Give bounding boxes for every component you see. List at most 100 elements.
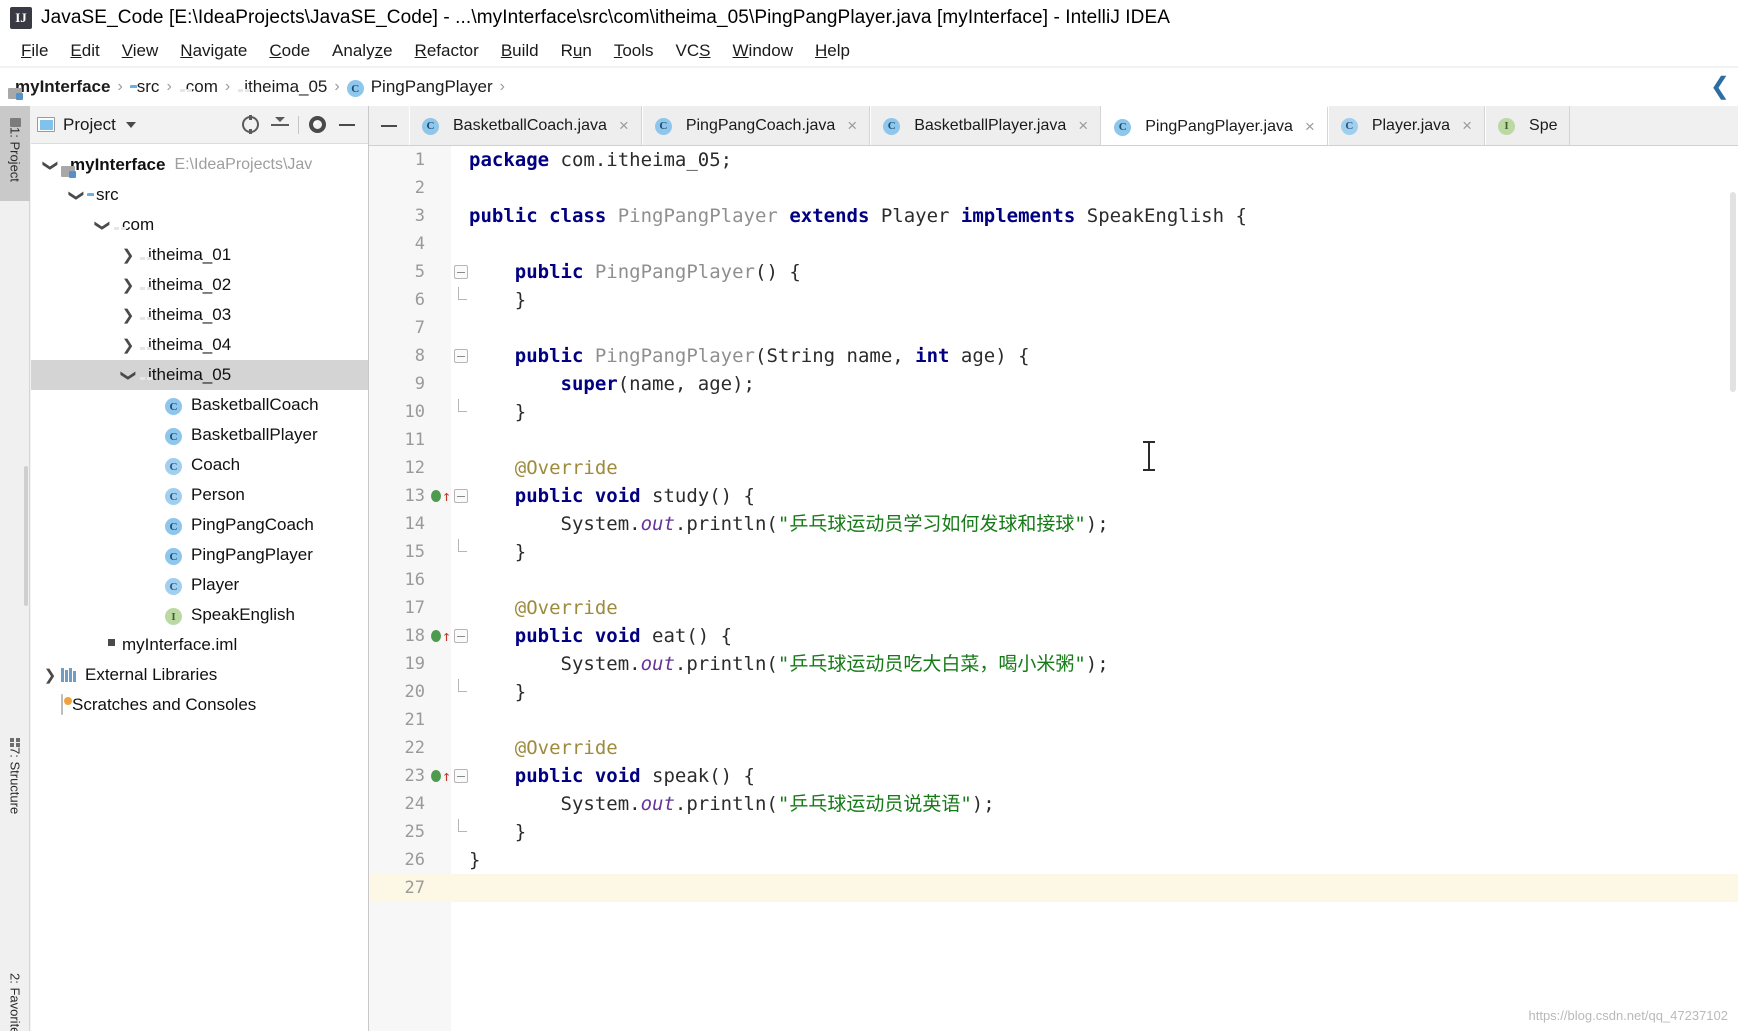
chevron-down-icon[interactable]: ❯ (117, 368, 139, 383)
left-tool-rail: 1: Project 7: Structure 2: Favorites (0, 106, 30, 1031)
fold-end-icon[interactable] (454, 539, 468, 559)
structure-button-label: 7: Structure (7, 747, 23, 815)
breadcrumb-item-com[interactable]: com › (179, 77, 237, 97)
java-abstract-class-icon: C (165, 485, 182, 506)
tree-item-PingPangPlayer[interactable]: C PingPangPlayer (31, 540, 368, 570)
tab-PingPangPlayer-java[interactable]: C PingPangPlayer.java × (1101, 106, 1328, 145)
tab-BasketballPlayer-java[interactable]: C BasketballPlayer.java × (870, 106, 1102, 145)
breadcrumb-item-src[interactable]: src › (130, 77, 179, 97)
chevron-right-icon[interactable]: ❯ (117, 278, 139, 293)
rail-scrollbar[interactable] (24, 466, 28, 606)
tree-item-Player[interactable]: C Player (31, 570, 368, 600)
tree-item-itheima_02[interactable]: ❯ itheima_02 (31, 270, 368, 300)
chevron-down-icon[interactable]: ❯ (65, 188, 87, 203)
tree-item-itheima_04[interactable]: ❯ itheima_04 (31, 330, 368, 360)
menu-item-build[interactable]: Build (490, 41, 550, 61)
expand-chevron-icon[interactable]: ❮ (1710, 72, 1730, 101)
menu-item-code[interactable]: Code (258, 41, 321, 61)
tab-close-icon[interactable]: × (1462, 116, 1472, 136)
tab-Player-java[interactable]: C Player.java × (1327, 106, 1486, 145)
tree-item-Coach[interactable]: C Coach (31, 450, 368, 480)
hide-panel-icon[interactable] (332, 110, 362, 140)
menu-item-window[interactable]: Window (722, 41, 804, 61)
fold-collapse-icon[interactable] (454, 769, 468, 783)
code-content[interactable]: 1 package com.itheima_05; 2 3 public class P… (369, 146, 1738, 1031)
tree-item-myInterface-iml[interactable]: myInterface.iml (31, 630, 368, 660)
fold-end-icon[interactable] (454, 679, 468, 699)
code-token: extends (789, 205, 881, 227)
fold-end-icon[interactable] (454, 287, 468, 307)
chevron-right-icon[interactable]: ❯ (117, 308, 139, 323)
tree-item-itheima_05[interactable]: ❯ itheima_05 (31, 360, 368, 390)
tree-item-Scratches-and-Consoles[interactable]: Scratches and Consoles (31, 690, 368, 720)
breadcrumb-item-itheima_05[interactable]: itheima_05 › (237, 77, 347, 97)
line-number: 14 (404, 514, 425, 534)
tree-item-myInterface[interactable]: ❯ myInterface E:\IdeaProjects\Jav (31, 150, 368, 180)
fold-collapse-icon[interactable] (454, 629, 468, 643)
menu-item-edit[interactable]: Edit (59, 41, 110, 61)
tree-item-itheima_03[interactable]: ❯ itheima_03 (31, 300, 368, 330)
breadcrumb-separator-icon: › (166, 78, 172, 95)
tab-close-icon[interactable]: × (1305, 117, 1315, 137)
intellij-idea-window: IJ JavaSE_Code [E:\IdeaProjects\JavaSE_C… (0, 0, 1738, 1031)
line-number: 8 (414, 346, 425, 366)
fold-end-icon[interactable] (454, 399, 468, 419)
minimize-tabs-icon[interactable] (369, 106, 409, 145)
tree-item-src[interactable]: ❯ src (31, 180, 368, 210)
menu-item-run[interactable]: Run (550, 41, 603, 61)
menu-item-vcs[interactable]: VCS (665, 41, 722, 61)
override-method-icon[interactable]: ↑ (431, 628, 451, 644)
code-editor[interactable]: 1 package com.itheima_05; 2 3 public class P… (369, 146, 1738, 1031)
toolbar-divider (298, 115, 299, 134)
locate-in-tree-icon[interactable] (235, 110, 265, 140)
sidebar-item-structure[interactable]: 7: Structure (0, 726, 30, 846)
chevron-right-icon[interactable]: ❯ (117, 248, 139, 263)
chevron-right-icon[interactable]: ❯ (117, 338, 139, 353)
fold-collapse-icon[interactable] (454, 349, 468, 363)
fold-collapse-icon[interactable] (454, 265, 468, 279)
settings-gear-icon[interactable] (302, 110, 332, 140)
editor-scrollbar[interactable] (1730, 192, 1736, 392)
menu-item-file[interactable]: File (10, 41, 59, 61)
code-token: } (469, 541, 527, 563)
tree-item-BasketballPlayer[interactable]: C BasketballPlayer (31, 420, 368, 450)
menu-item-view[interactable]: View (111, 41, 170, 61)
menu-item-refactor[interactable]: Refactor (404, 41, 490, 61)
tree-item-label: myInterface (70, 155, 166, 174)
chevron-right-icon[interactable]: ❯ (39, 668, 61, 683)
tree-item-SpeakEnglish[interactable]: I SpeakEnglish (31, 600, 368, 630)
breadcrumb-item-myInterface[interactable]: myInterface › (8, 77, 130, 97)
tree-item-External-Libraries[interactable]: ❯ External Libraries (31, 660, 368, 690)
tab-close-icon[interactable]: × (847, 116, 857, 136)
tab-BasketballCoach-java[interactable]: C BasketballCoach.java × (409, 106, 642, 145)
tree-item-Person[interactable]: C Person (31, 480, 368, 510)
menu-item-analyze[interactable]: Analyze (321, 41, 404, 61)
code-text: System.out.println("乒乓球运动员学习如何发球和接球"); (469, 510, 1109, 538)
sidebar-item-favorites[interactable]: 2: Favorites (0, 966, 30, 1031)
code-token: ); (971, 793, 995, 815)
override-method-icon[interactable]: ↑ (431, 488, 451, 504)
tree-item-itheima_01[interactable]: ❯ itheima_01 (31, 240, 368, 270)
override-method-icon[interactable]: ↑ (431, 768, 451, 784)
menu-item-tools[interactable]: Tools (603, 41, 665, 61)
sidebar-item-project[interactable]: 1: Project (0, 106, 30, 201)
fold-end-icon[interactable] (454, 819, 468, 839)
line-number: 11 (404, 430, 425, 450)
collapse-all-icon[interactable] (265, 110, 295, 140)
tab-Spe[interactable]: I Spe (1485, 106, 1571, 145)
tab-close-icon[interactable]: × (1078, 116, 1088, 136)
menu-item-help[interactable]: Help (804, 41, 861, 61)
chevron-down-icon[interactable]: ❯ (91, 218, 113, 233)
tab-close-icon[interactable]: × (619, 116, 629, 136)
tree-item-BasketballCoach[interactable]: C BasketballCoach (31, 390, 368, 420)
fold-collapse-icon[interactable] (454, 489, 468, 503)
tree-item-PingPangCoach[interactable]: C PingPangCoach (31, 510, 368, 540)
code-token: System. (469, 513, 641, 535)
code-token: out (640, 653, 675, 675)
chevron-down-icon[interactable]: ❯ (39, 158, 61, 173)
menu-item-navigate[interactable]: Navigate (169, 41, 258, 61)
tree-item-com[interactable]: ❯ com (31, 210, 368, 240)
tab-PingPangCoach-java[interactable]: C PingPangCoach.java × (641, 106, 871, 145)
breadcrumb-item-PingPangPlayer[interactable]: C PingPangPlayer › (346, 77, 512, 98)
chevron-down-icon[interactable] (125, 121, 136, 128)
